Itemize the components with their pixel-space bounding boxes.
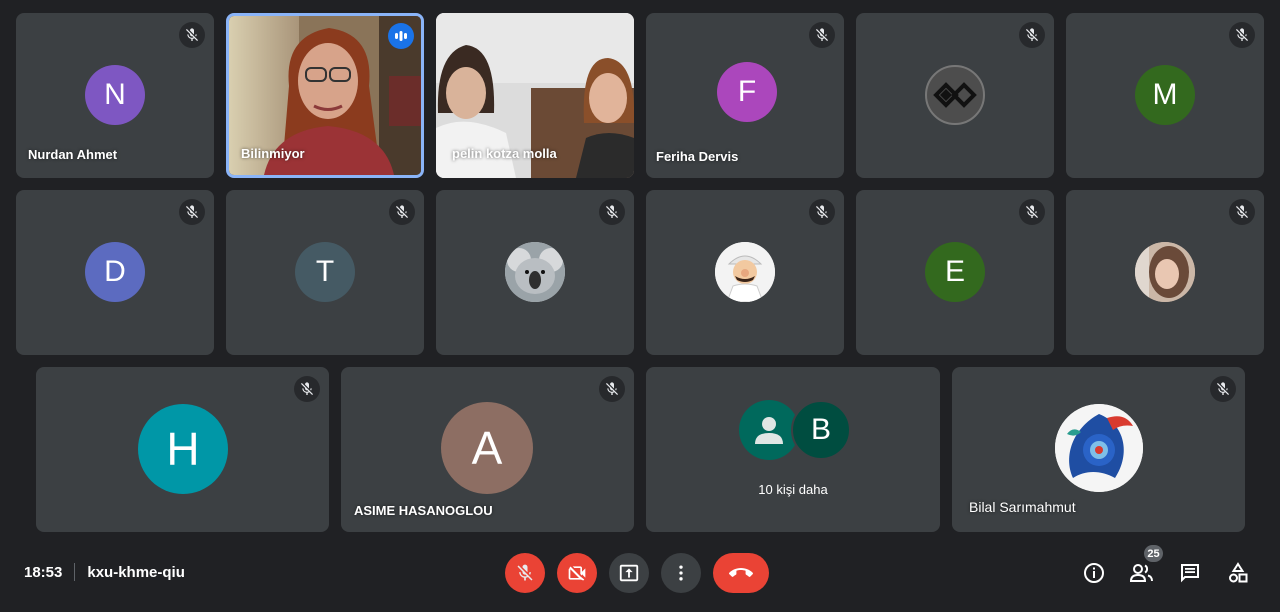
participant-count-badge: 25 [1144,545,1163,562]
participant-name: Nurdan Ahmet [28,147,118,162]
more-options-button[interactable] [661,553,701,593]
participant-name: ASIME HASANOGLOU [354,503,493,518]
mic-off-icon [809,199,835,225]
meeting-details: 18:53 kxu-khme-qiu [24,563,185,581]
mic-off-icon [809,22,835,48]
participant-tile-more[interactable]: B 10 kişi daha [646,367,940,532]
participant-tile-mario[interactable] [646,190,844,355]
participant-name: Feriha Dervis [656,149,739,164]
participant-tile-t[interactable]: T [226,190,424,355]
avatar: M [1135,65,1195,125]
avatar: E [925,242,985,302]
chat-icon [1181,564,1199,583]
mic-off-icon [294,376,320,402]
participant-tile-nurdan[interactable]: N Nurdan Ahmet [16,13,214,178]
avatar-tile-pattern [1055,404,1143,492]
camera-off-icon [568,566,586,581]
participant-tile-feriha[interactable]: F Feriha Dervis [646,13,844,178]
participant-name: Bilinmiyor [241,146,305,161]
info-icon [1084,563,1104,583]
mic-off-icon [1229,22,1255,48]
avatar: B [791,400,851,460]
avatar-mario [715,242,775,302]
more-participants-label: 10 kişi daha [758,482,828,497]
meeting-code: kxu-khme-qiu [87,563,185,581]
people-icon [1129,564,1153,582]
avatar: H [138,404,228,494]
participant-tile-asime[interactable]: A ASIME HASANOGLOU [341,367,634,532]
avatar-photo [1135,242,1195,302]
people-button[interactable] [1129,560,1155,586]
participant-tile-m[interactable]: M [1066,13,1264,178]
clock: 18:53 [24,563,63,581]
participant-tile-pelin[interactable]: pelin kotza molla [436,13,634,178]
mic-off-icon [179,22,205,48]
present-screen-icon [619,564,639,582]
avatar: N [85,65,145,125]
participant-name: Bilal Sarımahmut [969,499,1076,515]
participant-tile-bilinmiyor[interactable]: Bilinmiyor [226,13,424,178]
divider [74,563,76,581]
mic-toggle-button[interactable] [505,553,545,593]
participant-name: pelin kotza molla [452,146,557,161]
chat-button[interactable] [1177,560,1203,586]
participant-tile-h[interactable]: H [36,367,329,532]
present-button[interactable] [609,553,649,593]
avatar: T [295,242,355,302]
participant-tile-logo-user[interactable] [856,13,1054,178]
more-vert-icon [679,565,683,581]
meeting-info-button[interactable] [1081,560,1107,586]
avatar: F [717,62,777,122]
mic-off-icon [389,199,415,225]
activities-icon [1229,562,1248,583]
mic-off-icon [1019,22,1045,48]
mic-off-icon [1229,199,1255,225]
mic-off-icon [599,376,625,402]
mic-off-icon [179,199,205,225]
participant-tile-bilal[interactable]: Bilal Sarımahmut [952,367,1245,532]
end-call-icon [729,568,753,577]
mic-off-icon [599,199,625,225]
avatar-koala [505,242,565,302]
mic-off-icon [1019,199,1045,225]
participant-tile-koala[interactable] [436,190,634,355]
leave-call-button[interactable] [713,553,769,593]
camera-toggle-button[interactable] [557,553,597,593]
avatar-logo [925,65,985,125]
avatar: D [85,242,145,302]
mic-off-icon [515,563,535,583]
participant-tile-photo[interactable] [1066,190,1264,355]
activities-button[interactable] [1225,560,1251,586]
mic-off-icon [1210,376,1236,402]
participant-tile-d[interactable]: D [16,190,214,355]
avatar: A [441,402,533,494]
audio-bars-icon [388,23,414,49]
participant-tile-e[interactable]: E [856,190,1054,355]
person-icon [739,400,799,460]
